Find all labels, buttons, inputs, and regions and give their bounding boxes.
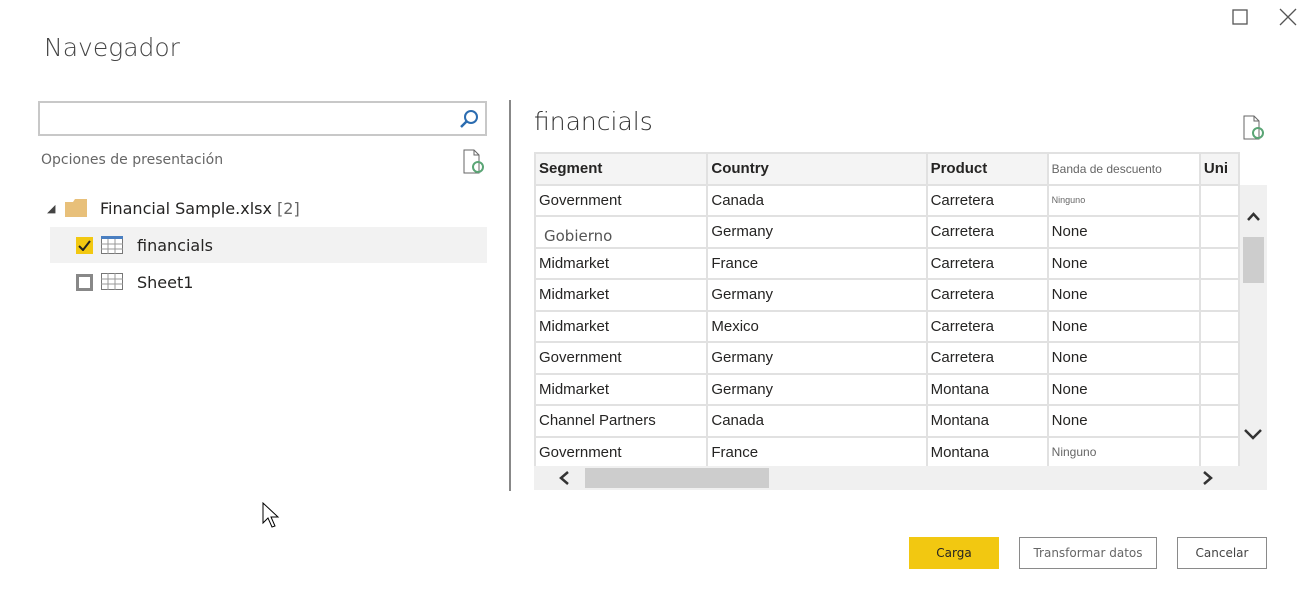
table-cell: None xyxy=(1046,404,1201,438)
table-cell: Carretera xyxy=(925,183,1049,217)
dialog-title: Navegador xyxy=(44,33,180,62)
table-cell: Gobierno xyxy=(534,215,709,249)
table-cell: France xyxy=(706,246,928,280)
horizontal-scroll-thumb[interactable] xyxy=(585,468,769,488)
search-icon[interactable] xyxy=(459,109,479,129)
horizontal-scrollbar[interactable] xyxy=(534,466,1267,490)
tree-file-node[interactable]: ◢ Financial Sample.xlsx [2] xyxy=(47,190,487,226)
preview-table: Segment Country Product Banda de descuento U… xyxy=(534,152,1240,466)
column-header[interactable]: Banda de descuento xyxy=(1046,152,1201,186)
table-cell: None xyxy=(1046,278,1201,312)
column-header[interactable]: Segment xyxy=(534,152,709,186)
table-row: Channel Partners Canada Montana None xyxy=(534,404,1240,438)
tree-item-financials[interactable]: financials xyxy=(50,227,487,263)
sheet-icon xyxy=(101,273,123,290)
display-options-dropdown[interactable]: Opciones de presentación xyxy=(41,152,223,168)
table-cell: Midmarket xyxy=(534,372,709,406)
table-cell: None xyxy=(1046,246,1201,280)
table-row: Midmarket France Carretera None xyxy=(534,246,1240,280)
table-row: Midmarket Mexico Carretera None xyxy=(534,309,1240,343)
scroll-up-icon[interactable] xyxy=(1247,212,1260,222)
refresh-preview-icon[interactable] xyxy=(1242,115,1266,141)
vertical-scroll-thumb[interactable] xyxy=(1243,237,1264,283)
table-cell: Government xyxy=(534,341,709,375)
table-cell: Canada xyxy=(706,183,928,217)
table-cell: France xyxy=(706,435,928,466)
file-name: Financial Sample.xlsx xyxy=(100,198,272,218)
table-row: Midmarket Germany Carretera None xyxy=(534,278,1240,312)
table-cell: Carretera xyxy=(925,215,1049,249)
refresh-file-icon[interactable] xyxy=(462,149,486,175)
checkbox-unchecked[interactable] xyxy=(76,273,93,291)
table-cell: Channel Partners xyxy=(534,404,709,438)
close-button[interactable] xyxy=(1277,6,1299,28)
table-cell: Montana xyxy=(925,404,1049,438)
table-cell: Carretera xyxy=(925,341,1049,375)
table-cell: Carretera xyxy=(925,246,1049,280)
table-cell: Carretera xyxy=(925,309,1049,343)
item-label: Sheet1 xyxy=(137,272,194,292)
table-cell: None xyxy=(1046,341,1201,375)
table-cell: None xyxy=(1046,372,1201,406)
table-cell: Mexico xyxy=(706,309,928,343)
folder-icon xyxy=(65,199,87,217)
table-cell: Midmarket xyxy=(534,246,709,280)
column-header[interactable]: Uni xyxy=(1198,152,1240,186)
table-cell: Midmarket xyxy=(534,278,709,312)
table-cell: Canada xyxy=(706,404,928,438)
table-cell: Government xyxy=(534,435,709,466)
table-cell: Germany xyxy=(706,278,928,312)
maximize-button[interactable] xyxy=(1229,6,1251,28)
mouse-cursor-icon xyxy=(262,502,280,528)
table-row: Government Germany Carretera None xyxy=(534,341,1240,375)
table-cell: Government xyxy=(534,183,709,217)
item-label: financials xyxy=(137,235,213,255)
table-cell: Carretera xyxy=(925,278,1049,312)
scroll-down-icon[interactable] xyxy=(1243,428,1263,440)
tree-item-sheet1[interactable]: Sheet1 xyxy=(50,264,487,300)
header-row: Segment Country Product Banda de descuento U… xyxy=(534,152,1240,186)
table-row: Government France Montana Ninguno xyxy=(534,435,1240,466)
file-item-count: [2] xyxy=(277,198,300,218)
table-cell: Germany xyxy=(706,372,928,406)
table-cell: Midmarket xyxy=(534,309,709,343)
table-cell: Ninguno xyxy=(1046,183,1201,217)
table-cell: None xyxy=(1046,309,1201,343)
table-cell: None xyxy=(1046,215,1201,249)
table-cell: Ninguno xyxy=(1046,435,1201,466)
preview-title: financials xyxy=(534,107,653,136)
search-field[interactable] xyxy=(38,101,487,136)
table-icon xyxy=(101,236,123,254)
cancel-button[interactable]: Cancelar xyxy=(1177,537,1267,569)
table-row: Midmarket Germany Montana None xyxy=(534,372,1240,406)
search-input[interactable] xyxy=(40,103,440,133)
table-row: Gobierno Germany Carretera None xyxy=(534,215,1240,249)
load-button[interactable]: Carga xyxy=(909,537,999,569)
panel-divider[interactable] xyxy=(509,100,511,491)
checkbox-checked[interactable] xyxy=(76,236,93,254)
table-cell: Germany xyxy=(706,215,928,249)
preview-table-container: Segment Country Product Banda de descuento U… xyxy=(534,152,1240,466)
scroll-left-icon[interactable] xyxy=(558,470,570,486)
column-header[interactable]: Product xyxy=(925,152,1049,186)
table-cell: Montana xyxy=(925,435,1049,466)
table-row: Government Canada Carretera Ninguno xyxy=(534,183,1240,217)
vertical-scrollbar[interactable] xyxy=(1240,185,1267,466)
collapse-triangle-icon[interactable]: ◢ xyxy=(47,202,61,215)
column-header[interactable]: Country xyxy=(706,152,928,186)
transform-data-button[interactable]: Transformar datos xyxy=(1019,537,1157,569)
scroll-right-icon[interactable] xyxy=(1202,470,1214,486)
table-cell: Germany xyxy=(706,341,928,375)
table-cell: Montana xyxy=(925,372,1049,406)
